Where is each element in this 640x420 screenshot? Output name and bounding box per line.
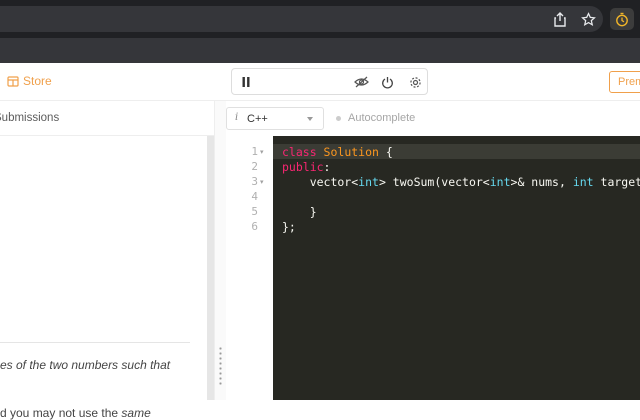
code-token: int	[572, 175, 594, 189]
timer-extension-icon[interactable]	[610, 8, 634, 30]
code-token: > twoSum(vector<	[378, 175, 490, 189]
store-link[interactable]: Store	[7, 74, 52, 88]
code-line: };	[282, 220, 296, 234]
code-line: vector<int> twoSum(vector<int>& nums, in…	[282, 175, 640, 189]
left-tab-bar: Submissions	[0, 101, 216, 136]
browser-toolbar	[0, 0, 640, 38]
pause-icon[interactable]	[237, 73, 255, 91]
description-text: es of the two numbers such that	[0, 358, 171, 372]
description-line: d you may not use the same	[0, 406, 151, 420]
autocomplete-label: Autocomplete	[348, 112, 416, 124]
panel-splitter[interactable]	[214, 101, 226, 400]
line-number: 5	[251, 205, 258, 218]
fold-toggle-icon[interactable]: ▾	[260, 148, 264, 156]
editor-toolbar: i C++ Autocomplete	[226, 101, 640, 136]
autocomplete-indicator-icon	[336, 115, 341, 121]
browser-tab-strip	[0, 38, 640, 63]
description-divider	[0, 342, 190, 343]
code-token: :	[323, 160, 331, 174]
line-number: 1	[251, 145, 258, 158]
code-token: Solution	[323, 145, 379, 159]
info-icon: i	[235, 112, 239, 123]
description-line: es of the two numbers such that	[0, 358, 170, 372]
eye-off-icon[interactable]	[352, 73, 370, 91]
premium-label: Premium	[618, 76, 640, 88]
drag-handle-icon[interactable]	[219, 346, 222, 386]
app-header: Store Premium	[0, 63, 640, 101]
power-icon[interactable]	[378, 73, 396, 91]
tab-submissions[interactable]: Submissions	[0, 112, 59, 124]
code-token: vector<	[282, 175, 359, 189]
store-icon	[7, 75, 19, 87]
code-token: {	[378, 145, 393, 159]
line-number: 4	[251, 190, 258, 203]
language-select[interactable]: i C++	[226, 107, 324, 130]
code-token: };	[282, 220, 296, 234]
address-bar[interactable]	[0, 6, 603, 32]
fold-toggle-icon[interactable]: ▾	[260, 178, 264, 186]
timer-control-box	[231, 68, 428, 95]
code-token: class	[282, 145, 324, 159]
description-text: same	[121, 406, 151, 420]
problem-description: es of the two numbers such that d you ma…	[0, 136, 208, 420]
share-icon[interactable]	[550, 9, 570, 29]
code-line: public:	[282, 160, 330, 174]
language-label: C++	[247, 113, 268, 125]
left-scrollbar[interactable]	[207, 136, 214, 400]
line-number: 2	[251, 160, 258, 173]
line-number: 6	[251, 220, 258, 233]
code-token: >& nums,	[510, 175, 573, 189]
code-line: class Solution {	[282, 145, 393, 159]
line-number-gutter: 1 ▾ 2 3 ▾ 4 5 6	[226, 136, 273, 400]
code-editor[interactable]: class Solution {public: vector<int> twoS…	[273, 136, 640, 400]
line-number: 3	[251, 175, 258, 188]
code-line: }	[282, 205, 317, 219]
autocomplete-toggle[interactable]: Autocomplete	[336, 112, 415, 124]
code-token: int	[358, 175, 379, 189]
chevron-down-icon	[307, 117, 313, 121]
store-label: Store	[23, 74, 52, 88]
star-icon[interactable]	[578, 9, 598, 29]
code-token: public	[282, 160, 324, 174]
code-token: }	[282, 205, 317, 219]
code-token: int	[489, 175, 511, 189]
gear-icon[interactable]	[406, 73, 424, 91]
premium-button[interactable]: Premium	[609, 71, 640, 93]
code-token: target) {	[600, 175, 640, 189]
description-text: d you may not use the	[0, 406, 122, 420]
